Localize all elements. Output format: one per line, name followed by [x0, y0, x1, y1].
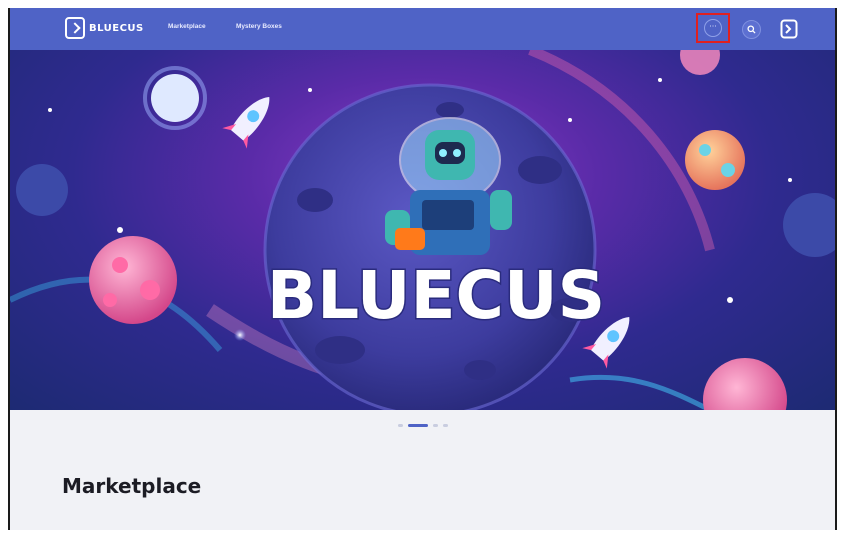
browser-viewport: BLUECUS Marketplace Mystery Boxes ··· BL…	[8, 8, 837, 530]
search-button[interactable]	[742, 20, 761, 39]
brand-logo[interactable]: BLUECUS	[65, 17, 144, 39]
search-icon	[747, 25, 756, 34]
top-navbar: BLUECUS Marketplace Mystery Boxes ···	[10, 8, 835, 50]
carousel-dot[interactable]	[442, 423, 448, 427]
brand-name: BLUECUS	[89, 22, 144, 34]
login-button[interactable]	[780, 19, 798, 39]
bluecus-logo-icon	[65, 17, 85, 39]
carousel-dot[interactable]	[397, 423, 403, 427]
nav-link-marketplace[interactable]: Marketplace	[168, 23, 206, 30]
hero-title: BLUECUS	[267, 257, 605, 334]
marketplace-section-title: Marketplace	[62, 474, 202, 498]
login-icon	[780, 19, 798, 39]
nav-link-mystery-boxes[interactable]: Mystery Boxes	[236, 23, 282, 30]
more-menu-button[interactable]: ···	[696, 13, 730, 43]
carousel-dot-active[interactable]	[407, 423, 428, 427]
hero-banner[interactable]: BLUECUS	[10, 50, 835, 410]
carousel-indicators	[10, 422, 835, 428]
hero-illustration: BLUECUS	[10, 50, 835, 410]
carousel-dot[interactable]	[432, 423, 438, 427]
more-icon: ···	[704, 19, 722, 37]
